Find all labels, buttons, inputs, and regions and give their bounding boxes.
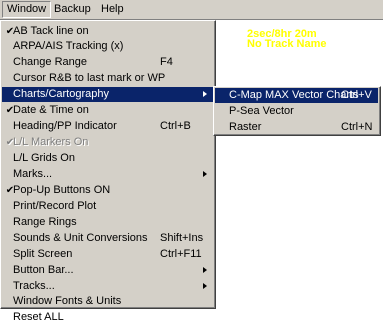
menu-item-label: Pop-Up Buttons ON [13, 184, 111, 196]
menu-item-marks[interactable]: Marks... [2, 167, 213, 182]
menu-item-shortcut: Ctrl+B [160, 120, 191, 132]
menu-item-cursor-rb[interactable]: Cursor R&B to last mark or WP [2, 71, 213, 86]
menu-item-arpa-ais-tracking[interactable]: ARPA/AIS Tracking (x) [2, 39, 213, 54]
menu-item-label: L/L Grids On [13, 152, 75, 164]
menu-item-label: Window Fonts & Units [13, 295, 122, 307]
menu-item-label: Reset ALL [13, 311, 64, 323]
submenu-item-shortcut: Ctrl+N [341, 121, 373, 133]
menu-item-button-bar[interactable]: Button Bar... [2, 263, 213, 278]
menu-item-window-fonts-units[interactable]: Window Fonts & Units [2, 294, 213, 309]
submenu-arrow-icon [203, 171, 207, 177]
menu-item-label: Date & Time on [13, 104, 89, 116]
menu-item-charts-cartography[interactable]: Charts/Cartography [2, 87, 213, 102]
menu-item-reset-all[interactable]: Reset ALL [2, 310, 213, 325]
menu-item-change-range[interactable]: Change Range F4 [2, 55, 213, 70]
menu-item-ab-tack-line[interactable]: ✔ AB Tack line on [2, 24, 213, 39]
menu-bar: Window Backup Help [0, 0, 383, 20]
menu-item-label: Heading/PP Indicator [13, 120, 117, 132]
menu-item-label: Marks... [13, 168, 53, 180]
menu-item-shortcut: F4 [160, 56, 173, 68]
menu-item-label: Print/Record Plot [13, 200, 97, 212]
submenu-arrow-icon [203, 91, 207, 97]
menu-item-label: Cursor R&B to last mark or WP [13, 72, 166, 84]
submenu-item-raster[interactable]: Raster Ctrl+N [215, 120, 378, 135]
submenu-item-label: P-Sea Vector [229, 105, 294, 117]
menu-item-range-rings[interactable]: Range Rings [2, 215, 213, 230]
menu-item-label: L/L Markers On [13, 136, 89, 148]
window-menu-dropdown: ✔ AB Tack line on ARPA/AIS Tracking (x) … [0, 20, 216, 323]
menu-item-popup-buttons[interactable]: ✔ Pop-Up Buttons ON [2, 183, 213, 198]
menu-item-tracks[interactable]: Tracks... [2, 279, 213, 294]
menu-item-label: Charts/Cartography [13, 88, 109, 100]
menu-item-split-screen[interactable]: Split Screen Ctrl+F11 [2, 247, 213, 262]
menu-item-heading-pp[interactable]: Heading/PP Indicator Ctrl+B [2, 119, 213, 134]
submenu-item-cmap-max-vector[interactable]: C-Map MAX Vector Charts Ctrl+V [215, 88, 378, 103]
menu-item-ll-grids[interactable]: L/L Grids On [2, 151, 213, 166]
menu-item-shortcut: Ctrl+F11 [160, 248, 202, 260]
menu-item-shortcut: Shift+Ins [160, 232, 204, 244]
submenu-item-label: Raster [229, 121, 262, 133]
menu-help[interactable]: Help [97, 2, 128, 17]
menu-window[interactable]: Window [2, 1, 52, 18]
submenu-item-shortcut: Ctrl+V [341, 89, 372, 101]
submenu-item-label: C-Map MAX Vector Charts [229, 89, 359, 101]
menu-item-date-time[interactable]: ✔ Date & Time on [2, 103, 213, 118]
menu-item-label: AB Tack line on [13, 25, 89, 37]
menu-item-label: Sounds & Unit Conversions [13, 232, 148, 244]
menu-item-label: Change Range [13, 56, 88, 68]
charts-cartography-submenu: C-Map MAX Vector Charts Ctrl+V P-Sea Vec… [213, 86, 381, 136]
menu-item-print-record-plot[interactable]: Print/Record Plot [2, 199, 213, 214]
submenu-arrow-icon [203, 267, 207, 273]
submenu-arrow-icon [203, 283, 207, 289]
submenu-item-psea-vector[interactable]: P-Sea Vector [215, 104, 378, 119]
menu-item-ll-markers: ✔ L/L Markers On [2, 135, 213, 150]
track-info-line2: No Track Name [247, 38, 327, 50]
menu-item-label: ARPA/AIS Tracking (x) [13, 40, 124, 52]
menu-backup[interactable]: Backup [50, 2, 95, 17]
menu-item-label: Split Screen [13, 248, 73, 260]
menu-item-label: Tracks... [13, 280, 55, 292]
menu-item-sounds-unit-conversions[interactable]: Sounds & Unit Conversions Shift+Ins [2, 231, 213, 246]
menu-item-label: Button Bar... [13, 264, 74, 276]
menu-item-label: Range Rings [13, 216, 77, 228]
